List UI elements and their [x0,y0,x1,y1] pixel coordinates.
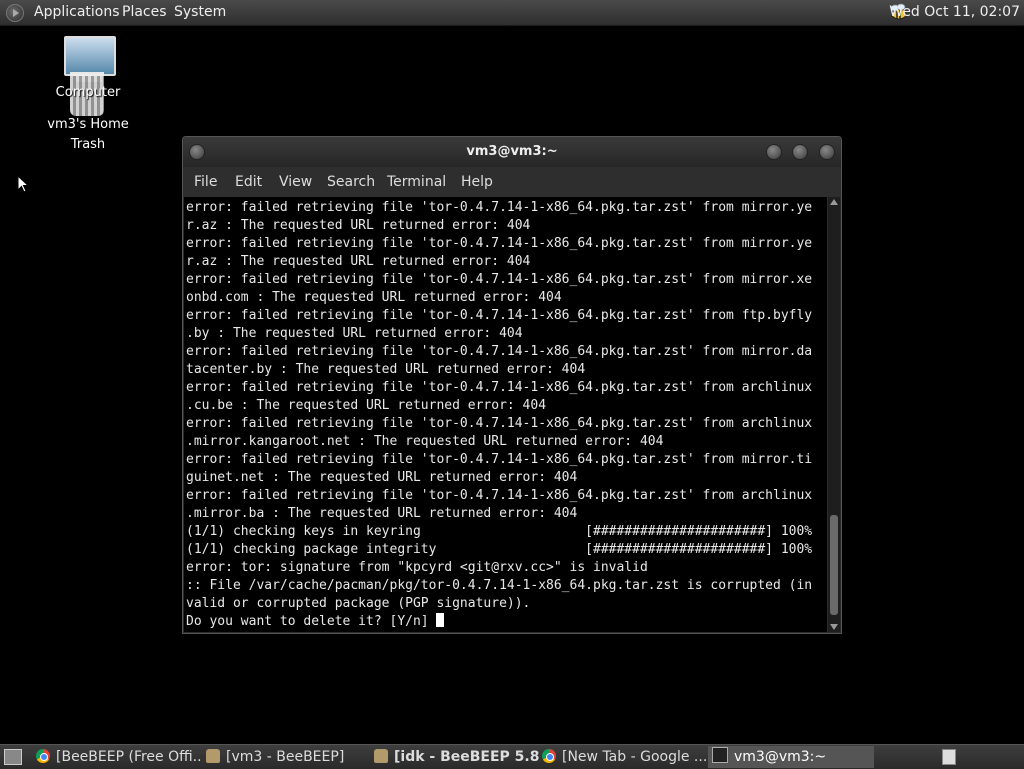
desktop-icon-home-label[interactable]: vm3's Home [38,117,138,132]
window-title: vm3@vm3:~ [466,144,558,159]
terminal-line: error: failed retrieving file 'tor-0.4.7… [186,308,813,323]
menu-system[interactable]: System [174,0,226,25]
taskbar-task[interactable]: [idk - BeeBEEP 5.8.6] [374,746,540,768]
taskbar-task[interactable]: [vm3 - BeeBEEP] [206,746,372,768]
taskbar-task[interactable]: [New Tab - Google ... [542,746,706,768]
terminal-line: error: failed retrieving file 'tor-0.4.7… [186,380,813,395]
task-label: [BeeBEEP (Free Offi... [56,749,202,765]
terminal-line: r.az : The requested URL returned error:… [186,218,531,233]
terminal-menubar: File Edit View Search Terminal Help [183,167,841,197]
scroll-up-arrow-icon[interactable] [830,199,838,205]
show-desktop-icon[interactable] [4,749,22,765]
terminal-line: (1/1) checking keys in keyring [########… [186,524,813,539]
mouse-pointer-icon [17,175,29,193]
terminal-line: guinet.net : The requested URL returned … [186,470,578,485]
terminal-line: error: failed retrieving file 'tor-0.4.7… [186,452,813,467]
terminal-line: .mirror.ba : The requested URL returned … [186,506,578,521]
menu-search[interactable]: Search [327,167,375,197]
terminal-line: .by : The requested URL returned error: … [186,326,523,341]
text-cursor [436,613,445,627]
terminal-icon [712,747,728,763]
menu-help[interactable]: Help [461,167,493,197]
menu-applications[interactable]: Applications [34,0,120,25]
terminal-line: :: File /var/cache/pacman/pkg/tor-0.4.7.… [186,578,813,593]
chrome-icon [36,749,50,763]
terminal-line: r.az : The requested URL returned error:… [186,254,531,269]
desktop-icon-computer-label[interactable]: Computer [38,85,138,100]
top-panel: Applications Places System Wed Oct 11, 0… [0,0,1024,26]
workspace-switcher[interactable] [942,749,956,765]
beebeep-icon [206,749,220,763]
menu-edit[interactable]: Edit [235,167,262,197]
terminal-line: error: failed retrieving file 'tor-0.4.7… [186,416,813,431]
terminal-line: error: failed retrieving file 'tor-0.4.7… [186,488,813,503]
terminal-line: error: failed retrieving file 'tor-0.4.7… [186,236,813,251]
terminal-line: error: failed retrieving file 'tor-0.4.7… [186,344,813,359]
bottom-taskbar: [BeeBEEP (Free Offi... [vm3 - BeeBEEP] [… [0,744,1024,769]
beebeep-icon [374,749,388,763]
terminal-line: .cu.be : The requested URL returned erro… [186,398,547,413]
terminal-line: tacenter.by : The requested URL returned… [186,362,586,377]
menu-file[interactable]: File [194,167,217,197]
task-label: vm3@vm3:~ [734,749,827,765]
distro-logo-icon[interactable] [6,4,24,22]
chrome-icon [542,749,556,763]
task-label: [New Tab - Google ... [562,749,706,765]
task-label: [vm3 - BeeBEEP] [226,749,345,765]
terminal-text: error: failed retrieving file 'tor-0.4.7… [186,199,812,631]
task-label: [idk - BeeBEEP 5.8.6] [394,749,540,765]
terminal-line: valid or corrupted package (PGP signatur… [186,596,531,611]
minimize-icon[interactable] [766,144,782,160]
terminal-line: onbd.com : The requested URL returned er… [186,290,562,305]
computer-icon[interactable] [64,36,116,82]
menu-terminal[interactable]: Terminal [387,167,446,197]
menu-view[interactable]: View [279,167,312,197]
menu-places[interactable]: Places [122,0,167,25]
desktop-icon-trash-label[interactable]: Trash [38,137,138,152]
terminal-output[interactable]: error: failed retrieving file 'tor-0.4.7… [184,197,827,632]
terminal-line: .mirror.kangaroot.net : The requested UR… [186,434,664,449]
terminal-prompt: Do you want to delete it? [Y/n] [186,614,437,629]
clock[interactable]: Wed Oct 11, 02:07 [889,0,1020,25]
terminal-window[interactable]: vm3@vm3:~ File Edit View Search Terminal… [182,136,842,634]
close-icon[interactable] [819,144,835,160]
scroll-down-arrow-icon[interactable] [830,624,838,630]
terminal-line: error: failed retrieving file 'tor-0.4.7… [186,272,813,287]
maximize-icon[interactable] [792,144,808,160]
terminal-line: error: failed retrieving file 'tor-0.4.7… [186,200,813,215]
terminal-scrollbar[interactable] [828,197,840,632]
taskbar-task-active[interactable]: vm3@vm3:~ [708,746,874,768]
terminal-line: error: tor: signature from "kpcyrd <git@… [186,560,648,575]
taskbar-task[interactable]: [BeeBEEP (Free Offi... [36,746,202,768]
window-titlebar[interactable]: vm3@vm3:~ [183,137,841,167]
terminal-line: (1/1) checking package integrity [######… [186,542,813,557]
scrollbar-thumb[interactable] [830,515,838,615]
